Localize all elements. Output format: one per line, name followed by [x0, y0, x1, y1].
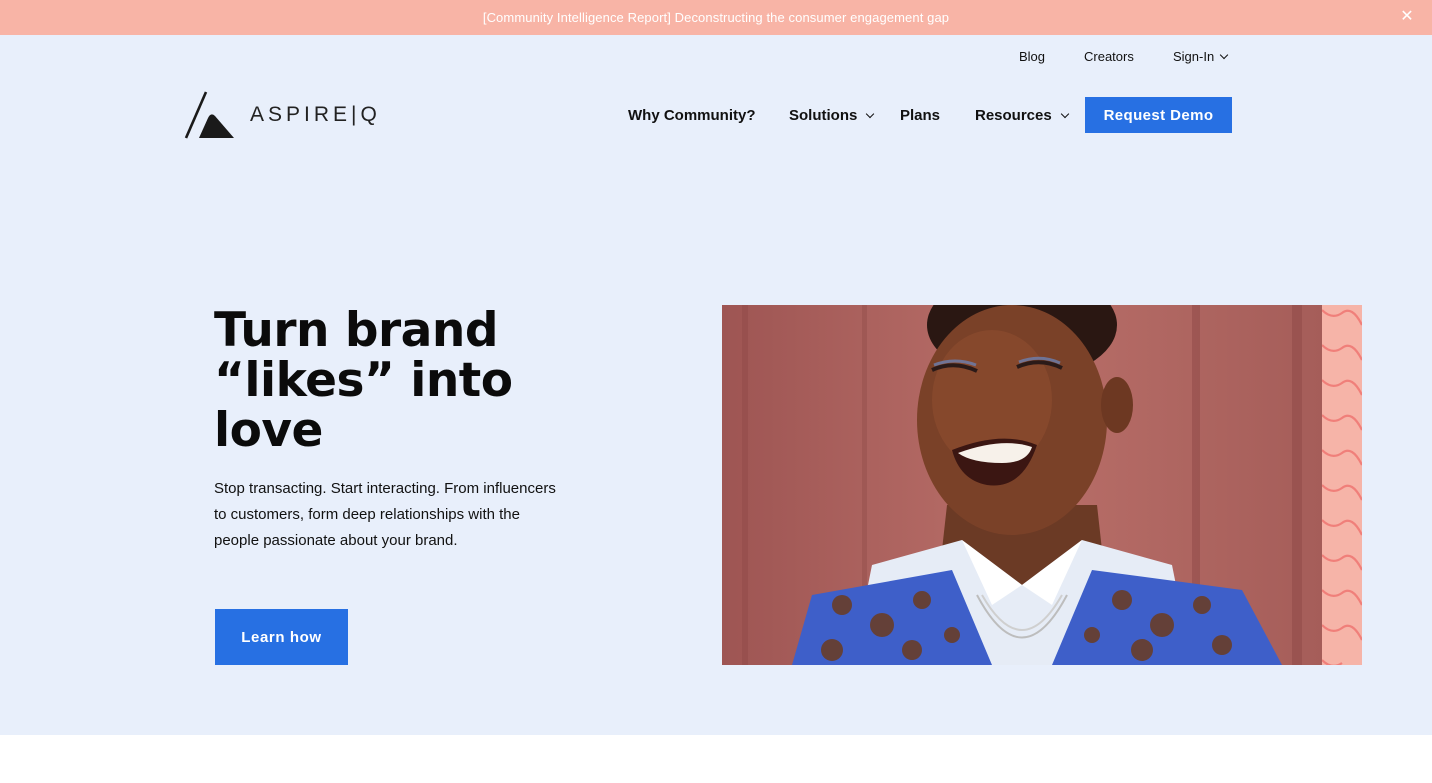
- smiling-woman-image: [722, 305, 1322, 665]
- hero-title-line: love: [214, 403, 323, 458]
- announcement-bar: [Community Intelligence Report] Deconstr…: [0, 0, 1432, 35]
- decorative-stripe: [1322, 305, 1362, 665]
- chevron-down-icon: [1219, 50, 1229, 59]
- nav-plans[interactable]: Plans: [900, 97, 940, 133]
- hero-title: Turn brand “likes” into love: [214, 306, 544, 456]
- nav-why-community[interactable]: Why Community?: [628, 97, 756, 133]
- utility-link-signin-label: Sign-In: [1173, 48, 1215, 64]
- wave-pattern-icon: [1322, 309, 1362, 665]
- nav-plans-label: Plans: [900, 106, 941, 124]
- main-nav: Why Community? Solutions Plans Resources…: [0, 97, 1432, 133]
- nav-resources-label: Resources: [975, 106, 1052, 124]
- nav-resources[interactable]: Resources: [975, 97, 1069, 133]
- utility-link-blog-label: Blog: [1019, 48, 1046, 64]
- nav-solutions[interactable]: Solutions: [789, 97, 875, 133]
- hero-photo: [722, 305, 1322, 665]
- announcement-link[interactable]: [Community Intelligence Report] Deconstr…: [483, 10, 949, 25]
- request-demo-button[interactable]: Request Demo: [1085, 97, 1232, 133]
- utility-link-signin[interactable]: Sign-In: [1173, 49, 1243, 64]
- learn-how-button[interactable]: Learn how: [215, 609, 348, 665]
- chevron-down-icon: [1060, 109, 1069, 118]
- utility-link-blog[interactable]: Blog: [1019, 49, 1059, 64]
- utility-link-creators[interactable]: Creators: [1084, 49, 1148, 64]
- close-icon[interactable]: ✕: [1398, 8, 1416, 26]
- nav-solutions-label: Solutions: [789, 106, 858, 124]
- nav-why-community-label: Why Community?: [628, 106, 756, 124]
- utility-link-creators-label: Creators: [1084, 48, 1134, 64]
- hero-title-line: Turn brand: [214, 303, 499, 358]
- hero-title-line: “likes” into: [214, 353, 513, 408]
- hero-subtitle: Stop transacting. Start interacting. Fro…: [214, 480, 556, 549]
- chevron-down-icon: [866, 109, 875, 118]
